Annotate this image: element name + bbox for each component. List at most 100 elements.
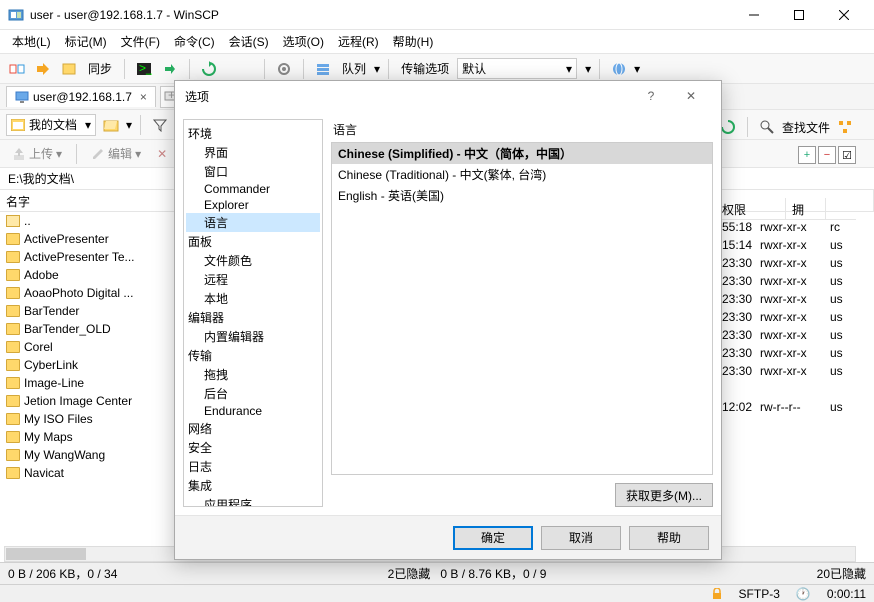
menu-files[interactable]: 文件(F) [115,30,166,53]
language-item[interactable]: Chinese (Simplified) - 中文（简体，中国） [332,143,712,164]
upload-button[interactable]: 上传 ▾ [6,143,68,164]
col-owner[interactable]: 拥 [786,198,826,219]
menu-local[interactable]: 本地(L) [6,30,57,53]
tree-item[interactable]: 日志 [186,457,320,476]
compare-icon[interactable] [6,58,28,80]
remote-row[interactable]: 23:30rwxr-xr-xus [716,310,856,328]
plus-button[interactable]: + [798,146,816,164]
dropdown-icon[interactable]: ▾ [585,62,591,76]
menu-commands[interactable]: 命令(C) [168,30,221,53]
cancel-button[interactable]: 取消 [541,526,621,550]
menu-remote[interactable]: 远程(R) [332,30,385,53]
menu-mark[interactable]: 标记(M) [59,30,113,53]
sync-browse-icon[interactable] [58,58,80,80]
tree-item[interactable]: 本地 [186,289,320,308]
open-folder-icon[interactable] [100,114,122,136]
folder-icon [6,359,20,371]
remote-row[interactable]: 23:30rwxr-xr-xus [716,346,856,364]
local-dir-combo[interactable]: 我的文档 ▾ [6,114,96,136]
tree-item[interactable]: 界面 [186,143,320,162]
dialog-close-button[interactable]: ✕ [671,82,711,110]
dialog-help-button[interactable]: ? [631,82,671,110]
check-button[interactable]: ☑ [838,146,856,164]
remote-row[interactable]: 23:30rwxr-xr-xus [716,292,856,310]
tree-icon[interactable] [834,116,856,138]
minimize-button[interactable] [731,1,776,29]
edit-label: 编辑 [108,145,132,162]
folder-icon [6,269,20,281]
language-item[interactable]: English - 英语(美国) [332,185,712,206]
sync-dirs-icon[interactable] [32,58,54,80]
close-tab-icon[interactable]: × [140,90,147,104]
remote-row[interactable]: 23:30rwxr-xr-xus [716,328,856,346]
chevron-down-icon[interactable]: ▾ [634,62,640,76]
folder-icon [6,377,20,389]
remote-row[interactable]: 23:30rwxr-xr-xus [716,364,856,382]
folder-icon [6,251,20,263]
title-bar: user - user@192.168.1.7 - WinSCP [0,0,874,30]
language-item[interactable]: Chinese (Traditional) - 中文(繁体, 台湾) [332,164,712,185]
tree-item[interactable]: 网络 [186,419,320,438]
tree-item[interactable]: 内置编辑器 [186,327,320,346]
globe-icon[interactable] [608,58,630,80]
menu-help[interactable]: 帮助(H) [387,30,440,53]
gear-icon[interactable] [273,58,295,80]
language-list[interactable]: Chinese (Simplified) - 中文（简体，中国）Chinese … [331,142,713,475]
remote-row[interactable]: 23:30rwxr-xr-xus [716,256,856,274]
tree-item[interactable]: 远程 [186,270,320,289]
svg-text:>_: >_ [139,61,152,75]
edit-button[interactable]: 编辑 ▾ [85,143,147,164]
find-label[interactable]: 查找文件 [782,119,830,136]
tree-item[interactable]: 环境 [186,124,320,143]
edit-icon [91,147,105,161]
tree-item[interactable]: 面板 [186,232,320,251]
tree-item[interactable]: 拖拽 [186,365,320,384]
tree-item[interactable]: 集成 [186,476,320,495]
file-name: My Maps [24,430,73,444]
chevron-down-icon[interactable]: ▾ [126,118,132,132]
tree-item[interactable]: 语言 [186,213,320,232]
session-tab[interactable]: user@192.168.1.7 × [6,86,156,107]
tree-item[interactable]: Commander [186,181,320,197]
remote-row[interactable]: 23:30rwxr-xr-xus [716,274,856,292]
remote-row[interactable]: 55:18rwxr-xr-xrc [716,220,856,238]
tree-item[interactable]: Endurance [186,403,320,419]
delete-x-icon[interactable]: ✕ [151,145,173,163]
remote-row[interactable]: 15:14rwxr-xr-xus [716,238,856,256]
file-name: CyberLink [24,358,78,372]
get-more-button[interactable]: 获取更多(M)... [615,483,713,507]
tree-item[interactable]: 窗口 [186,162,320,181]
maximize-button[interactable] [776,1,821,29]
folder-icon [6,449,20,461]
menu-session[interactable]: 会话(S) [223,30,275,53]
minus-button[interactable]: − [818,146,836,164]
tree-item[interactable]: Explorer [186,197,320,213]
close-button[interactable] [821,1,866,29]
sync-arrows-icon[interactable] [159,58,181,80]
group-label: 语言 [331,119,713,142]
chevron-down-icon[interactable]: ▾ [374,62,380,76]
tree-item[interactable]: 安全 [186,438,320,457]
transfer-opts-combo[interactable]: 默认▾ [457,58,577,79]
options-tree[interactable]: 环境界面窗口CommanderExplorer语言面板文件颜色远程本地编辑器内置… [183,119,323,507]
tree-item[interactable]: 后台 [186,384,320,403]
sync-label: 同步 [84,58,116,79]
remote-row[interactable]: 12:02rw-r--r--us [716,400,856,418]
find-icon[interactable] [756,116,778,138]
upload-icon [12,147,26,161]
time-label: 0:00:11 [827,587,866,601]
tree-item[interactable]: 传输 [186,346,320,365]
terminal-icon[interactable]: >_ [133,58,155,80]
queue-icon[interactable] [312,58,334,80]
refresh-icon[interactable] [198,58,220,80]
remote-row[interactable] [716,382,856,400]
tree-item[interactable]: 文件颜色 [186,251,320,270]
ok-button[interactable]: 确定 [453,526,533,550]
file-name: My ISO Files [24,412,93,426]
help-button[interactable]: 帮助 [629,526,709,550]
menu-options[interactable]: 选项(O) [277,30,330,53]
col-perm[interactable]: 权限 [716,198,786,219]
filter-icon[interactable] [149,114,171,136]
tree-item[interactable]: 应用程序 [186,495,320,507]
tree-item[interactable]: 编辑器 [186,308,320,327]
